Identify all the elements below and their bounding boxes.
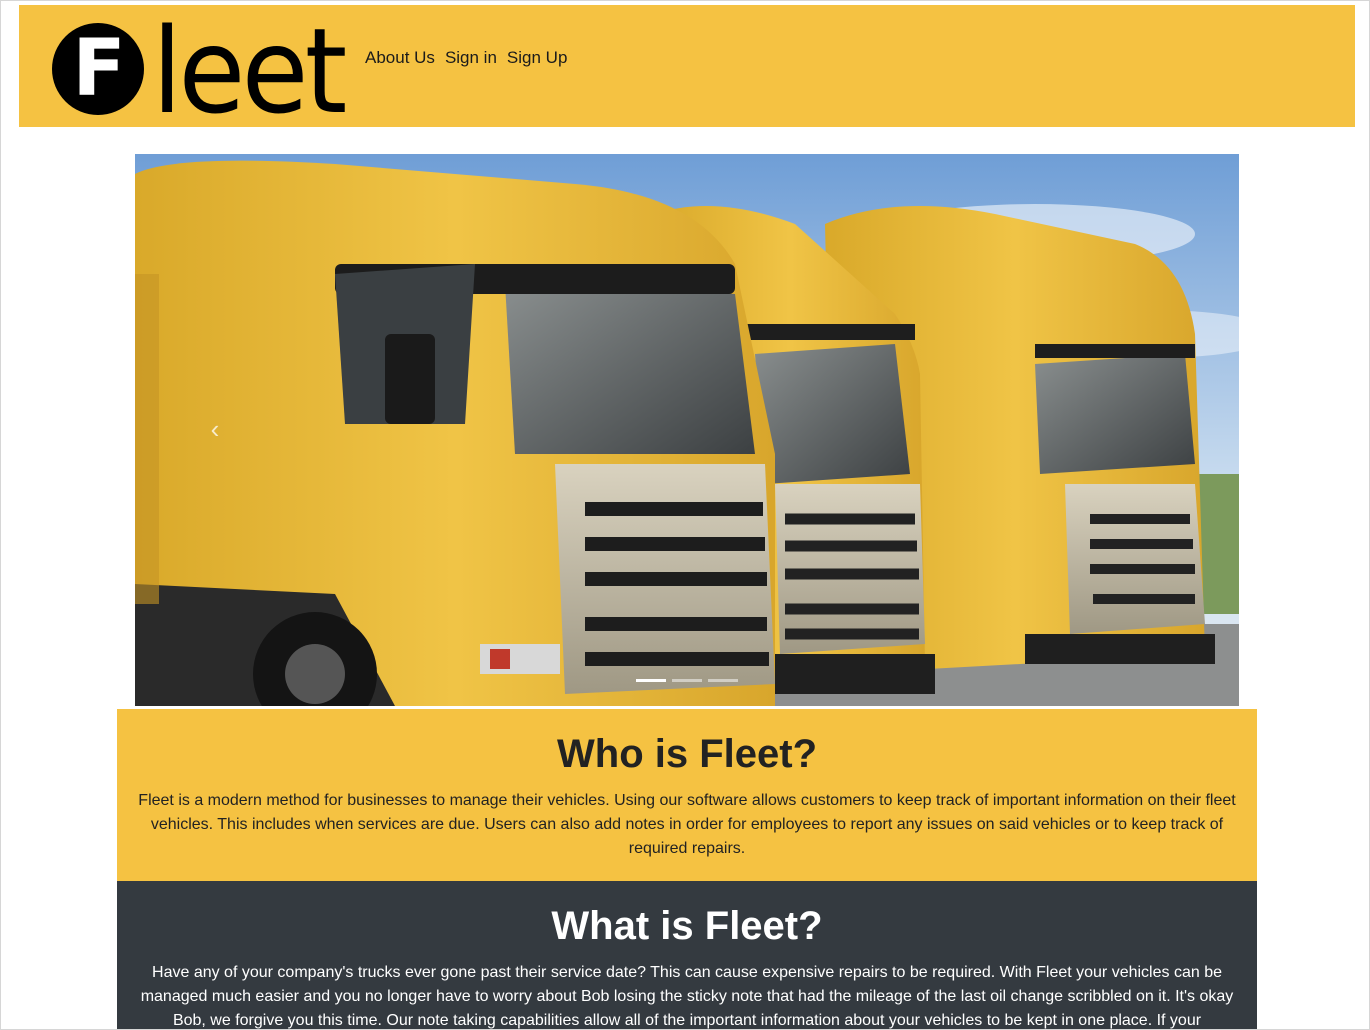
what-section: What is Fleet? Have any of your company'…	[117, 881, 1257, 1029]
logo-word: leet	[152, 2, 347, 140]
who-title: Who is Fleet?	[557, 732, 817, 776]
navbar: F leet About Us Sign in Sign Up	[19, 2, 1355, 140]
logo-letter: F	[72, 24, 125, 114]
fleet-logo[interactable]: F leet	[52, 2, 352, 140]
trucks-image	[135, 154, 1239, 706]
who-section: Who is Fleet? Fleet is a modern method f…	[117, 709, 1257, 881]
chevron-left-icon: ‹	[210, 414, 220, 444]
browser-viewport: F leet About Us Sign in Sign Up ‹ Who is…	[0, 0, 1370, 1030]
what-title: What is Fleet?	[551, 904, 823, 948]
who-text: Fleet is a modern method for businesses …	[138, 792, 1236, 857]
nav-link-sign-up[interactable]: Sign Up	[507, 48, 567, 68]
carousel-indicator-2[interactable]	[672, 679, 702, 682]
carousel-indicator-1[interactable]	[636, 679, 666, 682]
nav-link-about-us[interactable]: About Us	[365, 48, 435, 68]
carousel-indicator-3[interactable]	[708, 679, 738, 682]
nav-link-sign-in[interactable]: Sign in	[445, 48, 497, 68]
carousel-prev-button[interactable]: ‹	[195, 404, 235, 454]
carousel-indicators	[636, 679, 738, 682]
what-text: Have any of your company's trucks ever g…	[140, 964, 1234, 1029]
nav-links: About Us Sign in Sign Up	[365, 48, 567, 68]
hero-carousel: ‹	[135, 154, 1239, 706]
